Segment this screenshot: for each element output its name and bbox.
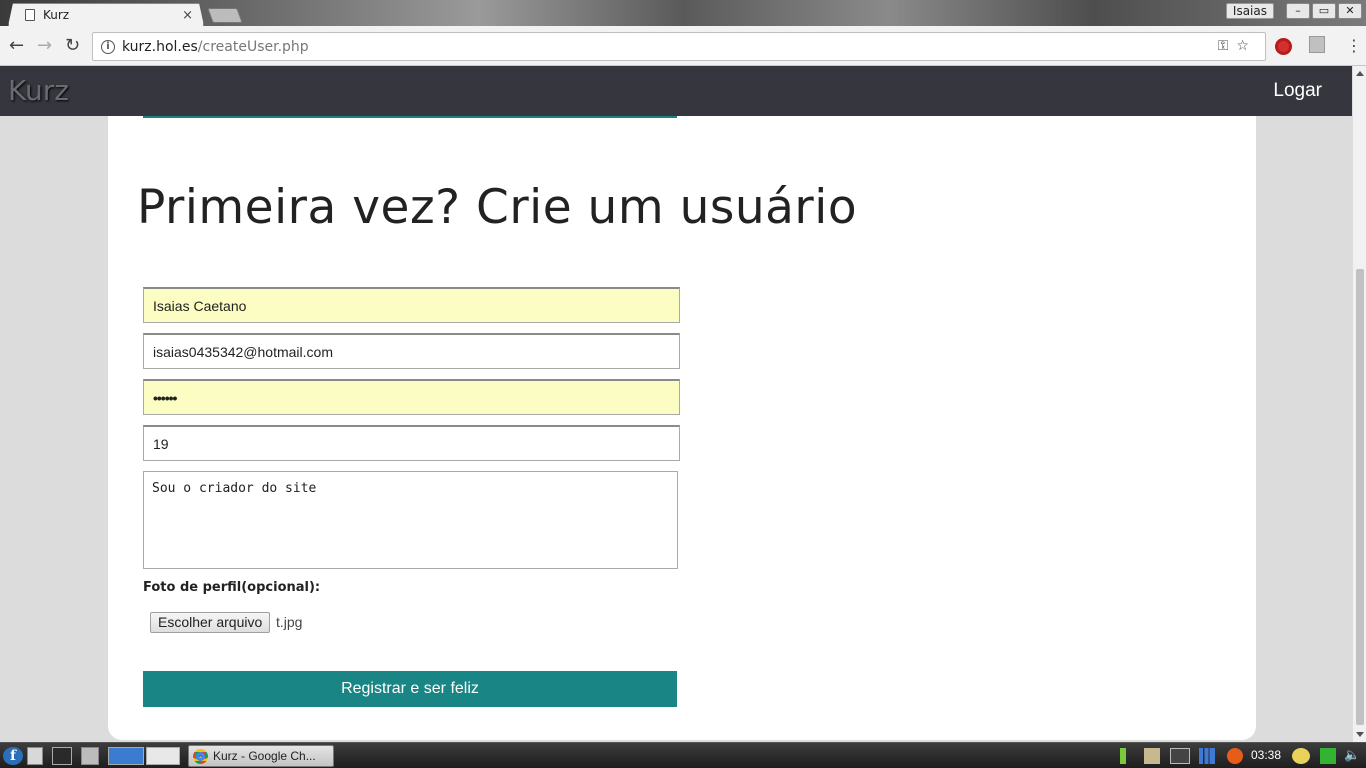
clock[interactable]: 03:38	[1251, 748, 1281, 762]
workspace-1[interactable]	[108, 747, 144, 765]
battery-icon[interactable]	[1120, 748, 1126, 764]
info-icon[interactable]: i	[101, 39, 115, 54]
password-field[interactable]: ••••••	[143, 379, 680, 415]
age-field[interactable]: 19	[143, 425, 680, 461]
update-notifier-icon[interactable]	[1227, 748, 1243, 764]
minimize-button[interactable]: –	[1286, 3, 1310, 19]
file-manager-icon[interactable]	[27, 747, 43, 765]
chrome-menu-icon[interactable]: ⋮	[1346, 36, 1362, 55]
new-tab-button[interactable]	[207, 8, 243, 23]
forward-icon[interactable]: →	[37, 35, 52, 57]
taskbar-chrome-window[interactable]: Kurz - Google Ch...	[188, 745, 334, 767]
site-logo[interactable]: Kurz	[8, 74, 69, 107]
key-and-star-icons[interactable]: ⚿☆	[1218, 38, 1257, 54]
chosen-file-name: t.jpg	[276, 614, 303, 630]
volume-icon[interactable]: 🔈	[1344, 748, 1360, 764]
close-window-button[interactable]: ✕	[1338, 3, 1362, 19]
bio-textarea[interactable]: Sou o criador do site	[143, 471, 678, 569]
monitor-icon[interactable]	[1170, 748, 1190, 764]
os-taskbar: f Kurz - Google Ch... 03:38 🔈	[0, 742, 1366, 768]
profile-button[interactable]: Isaias	[1225, 3, 1274, 19]
restore-button[interactable]: ▭	[1312, 3, 1336, 19]
url-host: kurz.hol.es	[122, 38, 198, 55]
browser-toolbar: ← → ↻ i kurz.hol.es/createUser.php ⚿☆ ⋮	[0, 26, 1366, 66]
terminal-icon[interactable]	[52, 747, 72, 765]
scrollbar-thumb[interactable]	[1356, 269, 1364, 725]
tab-close-icon[interactable]: ×	[182, 8, 193, 23]
browser-tab-kurz[interactable]: Kurz ×	[8, 3, 204, 26]
reload-icon[interactable]: ↻	[65, 35, 80, 57]
page-viewport: Primeira vez? Crie um usuário Isaias Cae…	[0, 66, 1352, 742]
register-button[interactable]: Registrar e ser feliz	[143, 671, 677, 707]
scroll-down-icon[interactable]	[1356, 732, 1364, 737]
back-icon[interactable]: ←	[9, 35, 24, 57]
start-menu-icon[interactable]: f	[3, 747, 23, 765]
choose-file-button[interactable]: Escolher arquivo	[150, 612, 271, 633]
content-card: Primeira vez? Crie um usuário Isaias Cae…	[108, 66, 1256, 740]
login-link[interactable]: Logar	[1273, 80, 1322, 102]
extension-icon-red[interactable]	[1275, 38, 1292, 55]
show-desktop-icon[interactable]	[81, 747, 99, 765]
scroll-up-icon[interactable]	[1356, 71, 1364, 76]
email-field[interactable]: isaias0435342@hotmail.com	[143, 333, 680, 369]
clipboard-icon[interactable]	[1144, 748, 1160, 764]
page-scrollbar[interactable]	[1352, 66, 1366, 742]
name-field[interactable]: Isaias Caetano	[143, 287, 680, 323]
network-signal-icon[interactable]	[1199, 748, 1215, 764]
page-icon	[25, 9, 35, 21]
taskbar-task-label: Kurz - Google Ch...	[213, 749, 316, 763]
extension-icon-grey[interactable]	[1309, 36, 1325, 53]
logout-icon[interactable]	[1320, 748, 1336, 764]
page-title: Primeira vez? Crie um usuário	[137, 180, 858, 235]
notification-icon[interactable]	[1292, 748, 1310, 764]
address-bar[interactable]: i kurz.hol.es/createUser.php ⚿☆	[92, 32, 1266, 61]
site-navbar: Kurz Logar	[0, 66, 1352, 116]
tab-title: Kurz	[43, 8, 70, 22]
photo-label: Foto de perfil(opcional):	[143, 580, 321, 595]
workspace-2[interactable]	[146, 747, 180, 765]
chrome-icon	[193, 748, 208, 764]
url-path: /createUser.php	[197, 38, 309, 55]
